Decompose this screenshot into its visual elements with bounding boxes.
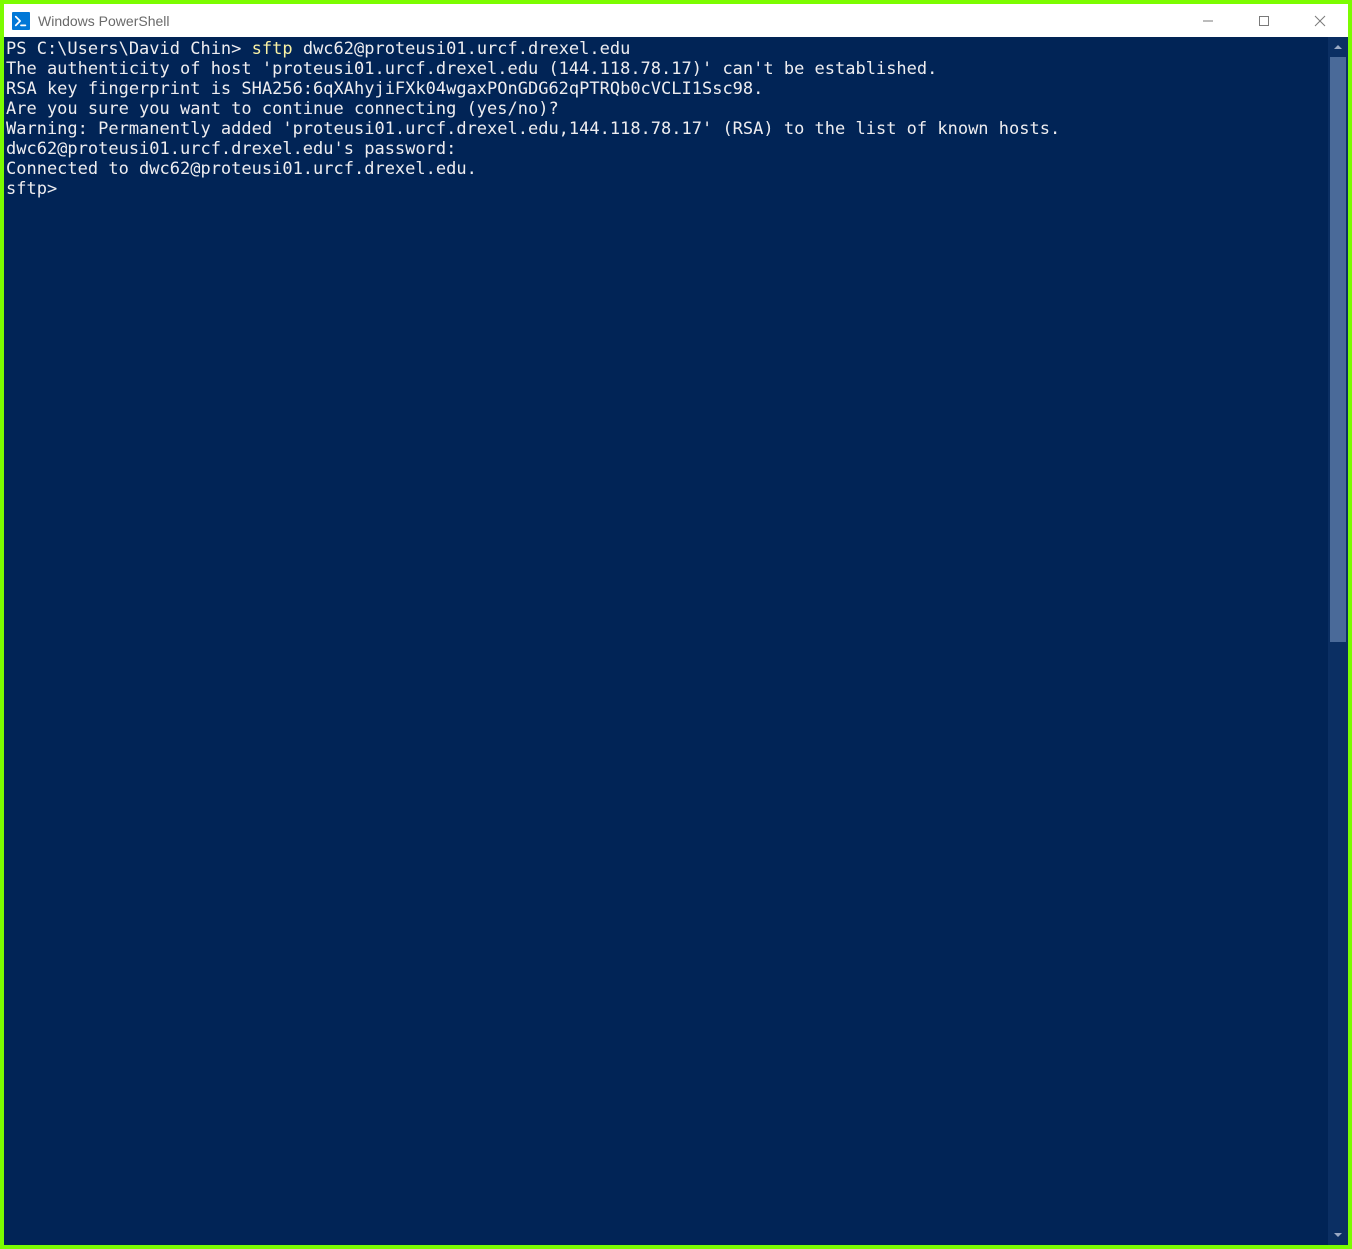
output-line: RSA key fingerprint is SHA256:6qXAhyjiFX… [6,79,763,99]
scroll-up-button[interactable] [1328,37,1348,57]
terminal-container: PS C:\Users\David Chin> sftp dwc62@prote… [4,37,1348,1245]
titlebar[interactable]: Windows PowerShell [4,4,1348,37]
output-line: Warning: Permanently added 'proteusi01.u… [6,119,1060,139]
powershell-icon [12,12,30,30]
output-line: Connected to dwc62@proteusi01.urcf.drexe… [6,159,477,179]
scroll-down-button[interactable] [1328,1225,1348,1245]
scroll-thumb[interactable] [1330,57,1346,642]
output-line: Are you sure you want to continue connec… [6,99,559,119]
output-line: The authenticity of host 'proteusi01.urc… [6,59,937,79]
command-args: dwc62@proteusi01.urcf.drexel.edu [293,39,631,59]
close-button[interactable] [1292,4,1348,37]
terminal-output[interactable]: PS C:\Users\David Chin> sftp dwc62@prote… [4,37,1328,1245]
command-name: sftp [252,39,293,59]
output-line: dwc62@proteusi01.urcf.drexel.edu's passw… [6,139,456,159]
window-controls [1180,4,1348,37]
powershell-window: Windows PowerShell PS C:\Users\David Chi… [3,3,1349,1246]
ps-prompt: PS C:\Users\David Chin> [6,39,252,59]
window-title: Windows PowerShell [38,13,1180,29]
maximize-button[interactable] [1236,4,1292,37]
minimize-button[interactable] [1180,4,1236,37]
sftp-prompt: sftp> [6,179,57,199]
vertical-scrollbar[interactable] [1328,37,1348,1245]
